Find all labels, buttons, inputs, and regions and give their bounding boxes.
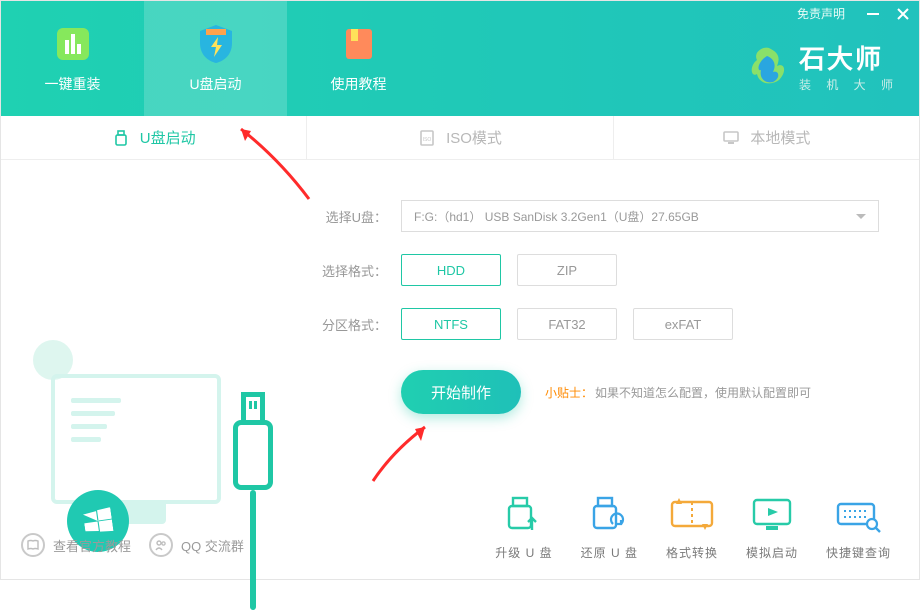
link-qq-group[interactable]: QQ 交流群 — [149, 533, 244, 557]
nav-label: 使用教程 — [331, 74, 387, 94]
action-restore-usb[interactable]: 还原 U 盘 — [581, 494, 638, 561]
play-monitor-icon — [746, 494, 798, 536]
svg-text:ISO: ISO — [423, 137, 432, 143]
nav-label: 一键重装 — [45, 74, 101, 94]
action-label: 升级 U 盘 — [495, 544, 552, 561]
shield-lightning-icon — [196, 24, 236, 64]
nav-reinstall[interactable]: 一键重装 — [1, 1, 144, 116]
u-disk-label: 选择U盘： — [313, 207, 387, 226]
action-upgrade-usb[interactable]: 升级 U 盘 — [495, 494, 552, 561]
link-label: 查看官方教程 — [53, 536, 131, 555]
tab-local-mode[interactable]: 本地模式 — [614, 116, 919, 159]
minimize-button[interactable] — [865, 6, 881, 22]
disclaimer-link[interactable]: 免责声明 — [797, 5, 845, 22]
format-label: 选择格式： — [313, 261, 387, 280]
nav-usb-boot[interactable]: U盘启动 — [144, 1, 287, 116]
u-disk-select[interactable]: F:G:（hd1） USB SanDisk 3.2Gen1（U盘）27.65GB — [401, 200, 879, 232]
action-format-convert[interactable]: 格式转换 — [666, 494, 718, 561]
action-label: 还原 U 盘 — [581, 544, 638, 561]
usb-refresh-icon — [583, 494, 635, 536]
brand-subtitle: 装 机 大 师 — [799, 76, 899, 93]
action-label: 快捷键查询 — [826, 544, 891, 561]
monitor-illustration — [51, 374, 221, 504]
nav-tutorial[interactable]: 使用教程 — [287, 1, 430, 116]
brand-logo-icon — [747, 44, 791, 88]
fs-option-fat32[interactable]: FAT32 — [517, 308, 617, 340]
usb-up-icon — [498, 494, 550, 536]
brand-block: 石大师 装 机 大 师 — [747, 39, 899, 93]
illustration-panel — [1, 160, 307, 581]
people-icon — [149, 533, 173, 557]
monitor-icon — [722, 129, 740, 147]
nav-label: U盘启动 — [189, 74, 241, 94]
iso-file-icon: ISO — [418, 129, 436, 147]
mode-tabs: U盘启动 ISO ISO模式 本地模式 — [1, 116, 919, 160]
format-option-hdd[interactable]: HDD — [401, 254, 501, 286]
action-label: 模拟启动 — [746, 544, 798, 561]
action-label: 格式转换 — [666, 544, 718, 561]
action-bar: 升级 U 盘 还原 U 盘 格式转换 模拟启动 快捷键查询 — [495, 494, 891, 561]
app-header: 免责声明 一键重装 U盘启动 使用教程 — [1, 1, 919, 116]
action-hotkey-lookup[interactable]: 快捷键查询 — [826, 494, 891, 561]
tab-label: U盘启动 — [140, 127, 196, 148]
fs-option-exfat[interactable]: exFAT — [633, 308, 733, 340]
tab-label: ISO模式 — [446, 127, 502, 148]
book-open-icon — [21, 533, 45, 557]
footer-links: 查看官方教程 QQ 交流群 — [21, 533, 244, 557]
start-make-button[interactable]: 开始制作 — [401, 370, 521, 414]
convert-icon — [666, 494, 718, 536]
keyboard-search-icon — [832, 494, 884, 536]
fs-option-ntfs[interactable]: NTFS — [401, 308, 501, 340]
u-disk-value: F:G:（hd1） USB SanDisk 3.2Gen1（U盘）27.65GB — [414, 208, 699, 225]
link-official-tutorial[interactable]: 查看官方教程 — [21, 533, 131, 557]
fs-label: 分区格式： — [313, 315, 387, 334]
brand-name: 石大师 — [799, 39, 899, 76]
tip-text: 小贴士：如果不知道怎么配置，使用默认配置即可 — [545, 384, 811, 401]
bar-chart-icon — [53, 24, 93, 64]
close-button[interactable] — [895, 6, 911, 22]
tab-usb-boot[interactable]: U盘启动 — [1, 116, 307, 159]
tab-label: 本地模式 — [750, 127, 810, 148]
format-option-zip[interactable]: ZIP — [517, 254, 617, 286]
usb-icon — [112, 129, 130, 147]
main-nav: 一键重装 U盘启动 使用教程 — [1, 1, 430, 116]
link-label: QQ 交流群 — [181, 536, 244, 555]
book-icon — [339, 24, 379, 64]
action-simulate-boot[interactable]: 模拟启动 — [746, 494, 798, 561]
tab-iso-mode[interactable]: ISO ISO模式 — [307, 116, 613, 159]
